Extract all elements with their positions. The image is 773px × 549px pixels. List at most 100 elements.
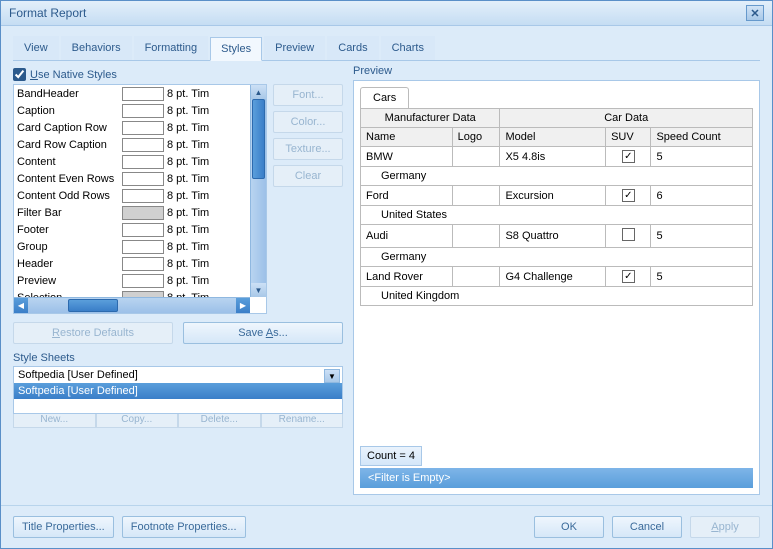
scroll-up-icon[interactable]: ▲ bbox=[251, 85, 266, 99]
group-row: Germany bbox=[361, 248, 753, 267]
style-info-label: 8 pt. Tim bbox=[167, 88, 209, 100]
table-row[interactable]: FordExcursion✓6 bbox=[361, 186, 753, 206]
style-swatch bbox=[122, 257, 164, 271]
style-info-label: 8 pt. Tim bbox=[167, 207, 209, 219]
checkbox-icon[interactable]: ✓ bbox=[622, 270, 635, 283]
style-name-label: Card Caption Row bbox=[17, 122, 122, 134]
tab-strip: ViewBehaviorsFormattingStylesPreviewCard… bbox=[13, 36, 760, 61]
cell-suv[interactable] bbox=[606, 225, 651, 248]
texture-button[interactable]: Texture... bbox=[273, 138, 343, 160]
table-row[interactable]: BMWX5 4.8is✓5 bbox=[361, 147, 753, 167]
tab-charts[interactable]: Charts bbox=[381, 36, 435, 60]
style-row[interactable]: Footer8 pt. Tim bbox=[14, 221, 266, 238]
style-swatch bbox=[122, 274, 164, 288]
checkbox-icon[interactable] bbox=[622, 228, 635, 241]
style-row[interactable]: Group8 pt. Tim bbox=[14, 238, 266, 255]
horizontal-scrollbar[interactable]: ◀ ▶ bbox=[14, 297, 250, 313]
tab-preview[interactable]: Preview bbox=[264, 36, 325, 60]
style-swatch bbox=[122, 121, 164, 135]
count-summary: Count = 4 bbox=[360, 446, 422, 466]
group-row: United Kingdom bbox=[361, 287, 753, 306]
style-row[interactable]: Preview8 pt. Tim bbox=[14, 272, 266, 289]
cell-suv[interactable]: ✓ bbox=[606, 267, 651, 287]
scroll-thumb[interactable] bbox=[252, 99, 265, 179]
stylesheet-item[interactable]: Softpedia [User Defined] bbox=[14, 383, 342, 399]
header-manufacturer: Manufacturer Data bbox=[361, 109, 500, 128]
cell-name: Land Rover bbox=[361, 267, 453, 287]
title-properties-button[interactable]: Title Properties... bbox=[13, 516, 114, 538]
tab-view[interactable]: View bbox=[13, 36, 59, 60]
tab-formatting[interactable]: Formatting bbox=[134, 36, 209, 60]
style-row[interactable]: Filter Bar8 pt. Tim bbox=[14, 204, 266, 221]
footer-left: Title Properties... Footnote Properties.… bbox=[13, 516, 246, 538]
checkbox-icon[interactable]: ✓ bbox=[622, 189, 635, 202]
style-swatch bbox=[122, 155, 164, 169]
save-as-button[interactable]: Save As... bbox=[183, 322, 343, 344]
style-swatch bbox=[122, 223, 164, 237]
vertical-scrollbar[interactable]: ▲ ▼ bbox=[250, 85, 266, 297]
checkbox-icon[interactable]: ✓ bbox=[622, 150, 635, 163]
cancel-button[interactable]: Cancel bbox=[612, 516, 682, 538]
restore-defaults-button[interactable]: Restore Defaults bbox=[13, 322, 173, 344]
cell-name: Audi bbox=[361, 225, 453, 248]
column-header[interactable]: Model bbox=[500, 128, 606, 147]
style-info-label: 8 pt. Tim bbox=[167, 173, 209, 185]
style-row[interactable]: Card Row Caption8 pt. Tim bbox=[14, 136, 266, 153]
style-info-label: 8 pt. Tim bbox=[167, 190, 209, 202]
country-label: United Kingdom bbox=[361, 287, 753, 306]
style-list[interactable]: BandHeader8 pt. TimCaption8 pt. TimCard … bbox=[13, 84, 267, 314]
cell-suv[interactable]: ✓ bbox=[606, 147, 651, 167]
apply-button[interactable]: Apply bbox=[690, 516, 760, 538]
filter-bar[interactable]: <Filter is Empty> bbox=[360, 468, 753, 488]
tab-cards[interactable]: Cards bbox=[327, 36, 378, 60]
cell-speed: 5 bbox=[651, 147, 753, 167]
style-row[interactable]: Card Caption Row8 pt. Tim bbox=[14, 119, 266, 136]
cell-logo bbox=[452, 186, 500, 206]
preview-label: Preview bbox=[353, 65, 760, 77]
style-row[interactable]: Caption8 pt. Tim bbox=[14, 102, 266, 119]
style-row[interactable]: Header 8 pt. Tim bbox=[14, 255, 266, 272]
style-row[interactable]: BandHeader8 pt. Tim bbox=[14, 85, 266, 102]
tab-styles[interactable]: Styles bbox=[210, 37, 262, 61]
style-row[interactable]: Content Odd Rows8 pt. Tim bbox=[14, 187, 266, 204]
style-info-label: 8 pt. Tim bbox=[167, 241, 209, 253]
close-button[interactable]: ✕ bbox=[746, 5, 764, 21]
right-panel: Preview Cars Manufacturer Data Car Data … bbox=[353, 65, 760, 495]
cell-name: Ford bbox=[361, 186, 453, 206]
stylesheet-dropdown-icon[interactable]: ▼ bbox=[324, 369, 340, 383]
style-swatch bbox=[122, 104, 164, 118]
style-name-label: Content Even Rows bbox=[17, 173, 122, 185]
preview-tab-cars[interactable]: Cars bbox=[360, 87, 409, 108]
tab-behaviors[interactable]: Behaviors bbox=[61, 36, 132, 60]
column-header[interactable]: SUV bbox=[606, 128, 651, 147]
table-row[interactable]: AudiS8 Quattro5 bbox=[361, 225, 753, 248]
style-swatch bbox=[122, 240, 164, 254]
country-label: Germany bbox=[361, 167, 753, 186]
stylesheet-list[interactable]: Softpedia [User Defined]Softpedia [User … bbox=[13, 366, 343, 414]
use-native-styles-input[interactable] bbox=[13, 68, 26, 81]
table-row[interactable]: Land RoverG4 Challenge✓5 bbox=[361, 267, 753, 287]
ok-button[interactable]: OK bbox=[534, 516, 604, 538]
style-info-label: 8 pt. Tim bbox=[167, 258, 209, 270]
country-label: United States bbox=[361, 206, 753, 225]
hscroll-thumb[interactable] bbox=[68, 299, 118, 312]
column-header[interactable]: Logo bbox=[452, 128, 500, 147]
column-header[interactable]: Name bbox=[361, 128, 453, 147]
color-button[interactable]: Color... bbox=[273, 111, 343, 133]
stylesheet-item[interactable]: Softpedia [User Defined] bbox=[14, 367, 342, 383]
scroll-down-icon[interactable]: ▼ bbox=[251, 283, 266, 297]
use-native-styles-checkbox[interactable]: Use Native Styles bbox=[13, 65, 343, 84]
style-swatch bbox=[122, 189, 164, 203]
clear-button[interactable]: Clear bbox=[273, 165, 343, 187]
style-name-label: Header bbox=[17, 258, 122, 270]
style-name-label: Content bbox=[17, 156, 122, 168]
header-group-row: Manufacturer Data Car Data bbox=[361, 109, 753, 128]
cell-suv[interactable]: ✓ bbox=[606, 186, 651, 206]
style-row[interactable]: Content Even Rows 8 pt. Tim bbox=[14, 170, 266, 187]
style-row[interactable]: Content8 pt. Tim bbox=[14, 153, 266, 170]
column-header[interactable]: Speed Count bbox=[651, 128, 753, 147]
scroll-left-icon[interactable]: ◀ bbox=[14, 298, 28, 313]
footnote-properties-button[interactable]: Footnote Properties... bbox=[122, 516, 246, 538]
font-button[interactable]: Font... bbox=[273, 84, 343, 106]
scroll-right-icon[interactable]: ▶ bbox=[236, 298, 250, 313]
